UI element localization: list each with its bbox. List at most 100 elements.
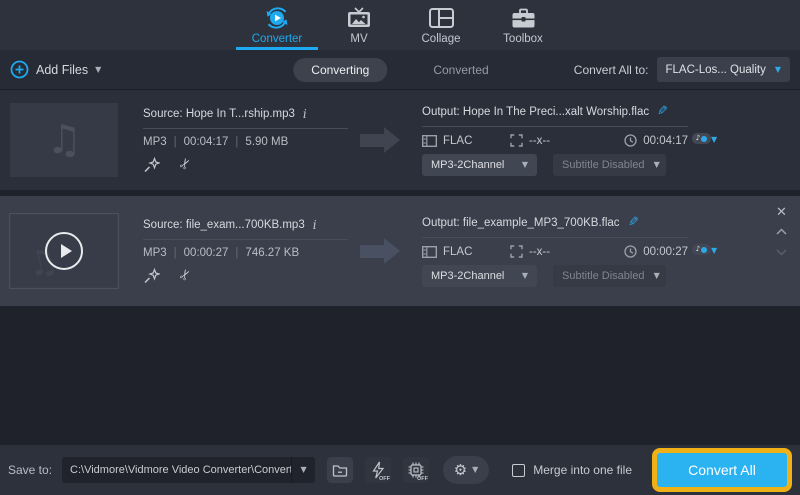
file-row-2[interactable]: ♫ Source: file_exam...700KB.mp3 i MP3 00… (0, 196, 800, 306)
info-icon[interactable]: i (313, 218, 317, 232)
tab-collage-label: Collage (421, 33, 461, 45)
resolution-icon (510, 134, 523, 147)
settings-caret-icon: ▼ (472, 465, 479, 474)
out-dimensions: --x-- (529, 245, 551, 258)
output-profile-select[interactable]: FLAC-Los... Quality ▼ (656, 57, 790, 82)
play-button[interactable] (45, 232, 83, 270)
move-down-icon[interactable] (776, 243, 787, 261)
file-row-1[interactable]: ♫ Source: Hope In T...rship.mp3 i MP3 00… (0, 90, 800, 190)
hardware-accel-off-label: OFF (379, 476, 391, 482)
remove-file-icon[interactable]: ✕ (776, 206, 787, 219)
out-format: FLAC (443, 134, 473, 147)
source-format: MP3 (143, 136, 167, 148)
format-icon (422, 245, 437, 258)
divider (422, 237, 688, 238)
source-duration: 00:04:17 (167, 136, 229, 148)
tab-converter[interactable]: Converter (236, 0, 318, 50)
source-duration: 00:00:27 (167, 247, 229, 259)
collage-icon (428, 6, 454, 30)
bottom-bar: Save to: C:\Vidmore\Vidmore Video Conver… (0, 445, 800, 495)
audio-check-badge: ♪ (692, 133, 711, 144)
settings-button[interactable]: ⚙ ▼ (443, 456, 490, 484)
audio-check-badge: ♪ (692, 244, 711, 255)
output-format-button[interactable]: ♪ ♪ FLAC ▼ (692, 133, 717, 144)
output-format-button[interactable]: ♪ ♪ FLAC ▼ (692, 244, 717, 255)
source-info: Source: Hope In T...rship.mp3 i MP3 00:0… (143, 107, 348, 173)
convert-all-to: Convert All to: FLAC-Los... Quality ▼ (574, 57, 790, 82)
divider (143, 239, 348, 240)
tab-toolbox[interactable]: Toolbox (482, 0, 564, 50)
output-name: Output: Hope In The Preci...xalt Worship… (422, 105, 650, 118)
divider (422, 126, 688, 127)
divider (143, 128, 348, 129)
source-info: Source: file_exam...700KB.mp3 i MP3 00:0… (143, 218, 348, 284)
source-size: 746.27 KB (228, 247, 299, 259)
gpu-accel-button[interactable]: OFF (403, 457, 430, 483)
profile-caret-icon: ▼ (774, 64, 781, 74)
subtitle-caret-icon: ▼ (653, 160, 660, 169)
tab-mv[interactable]: MV (318, 0, 400, 50)
merge-into-one-file[interactable]: Merge into one file (512, 463, 632, 477)
hardware-accel-button[interactable]: OFF (365, 457, 392, 483)
info-icon[interactable]: i (303, 107, 307, 121)
top-nav: Converter MV Collage Toolbox (0, 0, 800, 50)
tab-toolbox-label: Toolbox (503, 33, 543, 45)
out-format: FLAC (443, 245, 473, 258)
save-path-select[interactable]: C:\Vidmore\Vidmore Video Converter\Conve… (62, 457, 316, 483)
add-files-label: Add Files (36, 62, 89, 77)
convert-arrow-icon (360, 127, 406, 153)
merge-label: Merge into one file (533, 463, 632, 477)
tab-converter-label: Converter (251, 33, 303, 45)
folder-icon (332, 463, 348, 477)
rename-icon[interactable]: ✎ (657, 104, 668, 119)
edit-effects-icon[interactable] (143, 267, 160, 284)
source-name: Source: Hope In T...rship.mp3 (143, 108, 295, 120)
path-caret-icon: ▼ (291, 457, 315, 483)
source-meta: MP3 00:00:27 746.27 KB (143, 247, 348, 259)
toolbox-icon (511, 6, 536, 30)
add-plus-icon (10, 60, 29, 79)
music-note-icon: ♫ (46, 117, 82, 163)
gear-icon: ⚙ (453, 460, 468, 479)
audio-track-select[interactable]: MP3-2Channel ▼ (422, 265, 537, 287)
converter-icon (264, 6, 290, 30)
convert-all-to-label: Convert All to: (573, 62, 649, 77)
merge-checkbox[interactable] (512, 463, 526, 477)
subtitle-select[interactable]: Subtitle Disabled ▼ (553, 265, 666, 287)
clock-icon (624, 245, 637, 258)
cut-icon[interactable]: ✂ (176, 155, 196, 173)
tab-mv-label: MV (350, 33, 368, 45)
audio-caret-icon: ▼ (521, 160, 528, 169)
open-folder-button[interactable] (327, 457, 354, 483)
rename-icon[interactable]: ✎ (628, 215, 639, 230)
subtitle-value: Subtitle Disabled (562, 270, 645, 282)
convert-all-button[interactable]: Convert All (652, 448, 792, 492)
source-name: Source: file_exam...700KB.mp3 (143, 219, 305, 231)
source-size: 5.90 MB (228, 136, 288, 148)
subtitle-select[interactable]: Subtitle Disabled ▼ (553, 154, 666, 176)
format-icon (422, 134, 437, 147)
save-path-value: C:\Vidmore\Vidmore Video Converter\Conve… (70, 464, 292, 476)
out-duration: 00:04:17 (643, 134, 688, 147)
tab-collage[interactable]: Collage (400, 0, 482, 50)
tab-converted[interactable]: Converted (415, 58, 506, 82)
subtitle-value: Subtitle Disabled (562, 159, 645, 171)
add-files-button[interactable]: Add Files ▼ (10, 60, 101, 79)
audio-track-select[interactable]: MP3-2Channel ▼ (422, 154, 537, 176)
output-profile-value: FLAC-Los... Quality (665, 63, 766, 76)
output-info: Output: Hope In The Preci...xalt Worship… (422, 104, 688, 176)
cut-icon[interactable]: ✂ (176, 266, 196, 284)
subtitle-caret-icon: ▼ (653, 271, 660, 280)
toolbar: Add Files ▼ Converting Converted Convert… (0, 50, 800, 90)
add-files-caret-icon: ▼ (95, 64, 102, 74)
audio-track-value: MP3-2Channel (431, 159, 505, 171)
audio-caret-icon: ▼ (521, 271, 528, 280)
file-thumbnail[interactable]: ♫ (9, 213, 119, 289)
tab-converting[interactable]: Converting (293, 57, 388, 82)
move-up-icon[interactable] (776, 222, 787, 240)
file-list: ♫ Source: Hope In T...rship.mp3 i MP3 00… (0, 90, 800, 445)
edit-effects-icon[interactable] (143, 156, 160, 173)
clock-icon (624, 134, 637, 147)
file-thumbnail[interactable]: ♫ (10, 103, 118, 177)
source-format: MP3 (143, 247, 167, 259)
